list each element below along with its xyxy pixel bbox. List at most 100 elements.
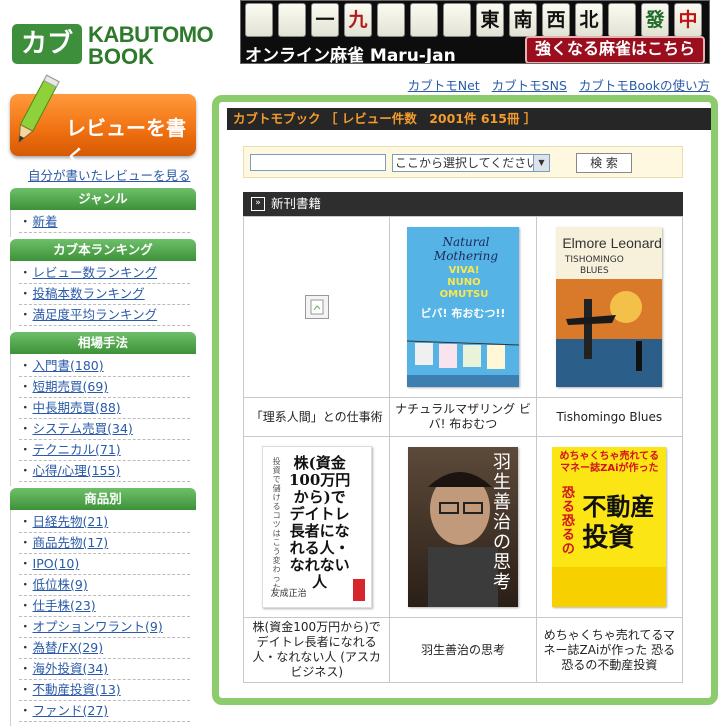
sidebar-item-link[interactable]: ファンド(27) — [33, 703, 109, 718]
sidebar-item[interactable]: ・不動産投資(13) — [19, 680, 190, 701]
bullet-icon: ・ — [19, 556, 32, 571]
book-cover-cell[interactable]: Natural Mothering VIVA! NUNO OMUTSU ビバ! … — [389, 216, 537, 398]
site-logo[interactable]: カブ KABUTOMO BOOK — [12, 18, 240, 70]
book-title-link[interactable]: 羽生善治の思考 — [389, 617, 537, 683]
sidebar-item[interactable]: ・入門書(180) — [19, 356, 190, 377]
sidebar-item[interactable]: ・IPO(10) — [19, 554, 190, 575]
sidebar-item-link[interactable]: 満足度平均ランキング — [33, 307, 158, 322]
cover-text: 友成正治 — [270, 589, 307, 599]
sidebar-item-link[interactable]: 仕手株(23) — [33, 598, 96, 613]
sidebar-item-link[interactable]: 入門書(180) — [33, 358, 104, 373]
new-books-grid: Natural Mothering VIVA! NUNO OMUTSU ビバ! … — [242, 216, 684, 683]
bullet-icon: ・ — [19, 358, 32, 373]
banner-cta[interactable]: 強くなる麻雀はこちら — [524, 36, 705, 63]
top-links: カブトモNet カブトモSNS カブトモBookの使い方 — [400, 75, 710, 94]
bullet-icon: ・ — [19, 703, 32, 718]
own-reviews-link[interactable]: 自分が書いたレビューを見る — [28, 165, 191, 184]
new-books-title: 新刊書籍 — [271, 196, 322, 211]
kabutomo-sns-link[interactable]: カブトモSNS — [492, 78, 567, 93]
mahjong-ad-banner[interactable]: 一九 東南西北 發中 オンライン麻雀 Maru-Jan 強くなる麻雀はこちら — [240, 0, 710, 64]
sidebar-item-link[interactable]: オプションワラント(9) — [33, 619, 163, 634]
book-title-link[interactable]: Tishomingo Blues — [535, 397, 684, 437]
bullet-icon: ・ — [19, 682, 32, 697]
laundry-illustration — [406, 340, 519, 387]
sidebar-item-link[interactable]: IPO(10) — [33, 556, 80, 571]
sidebar-item-link[interactable]: 日経先物(21) — [33, 514, 109, 529]
sidebar-item[interactable]: ・心得/心理(155) — [19, 461, 190, 482]
mahjong-tile: 中 — [674, 3, 702, 37]
sidebar-item[interactable]: ・投稿本数ランキング — [19, 284, 190, 305]
book-cover-cell[interactable]: 羽生善治の思考 — [389, 436, 537, 618]
book-title-link[interactable]: めちゃくちゃ売れてるマネー誌ZAiが作った 恐る恐るの不動産投資 — [535, 617, 684, 683]
sidebar-item-link[interactable]: 中長期売買(88) — [33, 400, 121, 415]
broken-image-icon[interactable] — [304, 295, 329, 319]
sidebar-item-link[interactable]: 新着 — [33, 214, 58, 229]
sidebar-item[interactable]: ・為替/FX(29) — [19, 638, 190, 659]
sidebar-section-title: カブ本ランキング — [10, 239, 196, 261]
sidebar-item-link[interactable]: 低位株(9) — [33, 577, 88, 592]
category-sidebar: ジャンル ・新着 カブ本ランキング ・レビュー数ランキング ・投稿本数ランキング ・満足度… — [10, 186, 196, 726]
search-input[interactable] — [250, 154, 386, 171]
book-cover-kabu-daytrade[interactable]: 投資で儲けるコツはこう変わった 株(資金100万円から)でデイトレ長者になれる人… — [261, 446, 372, 608]
sidebar-item[interactable]: ・短期売買(69) — [19, 377, 190, 398]
chevron-down-icon: ▼ — [533, 155, 549, 171]
bullet-icon: ・ — [19, 535, 32, 550]
sidebar-item[interactable]: ・仕手株(23) — [19, 596, 190, 617]
howto-link[interactable]: カブトモBookの使い方 — [579, 78, 710, 93]
book-cover-cell[interactable]: めちゃくちゃ売れてるマネー誌ZAiが作った 恐る恐るの 不動産 投資 — [535, 436, 684, 618]
mahjong-tile: 西 — [542, 3, 570, 37]
kabutomo-net-link[interactable]: カブトモNet — [408, 78, 480, 93]
sidebar-item-link[interactable]: 商品先物(17) — [33, 535, 109, 550]
book-title-link[interactable]: 株(資金100万円から)でデイトレ長者になれる人・なれない人 (アスカビジネス) — [242, 617, 391, 683]
sidebar-item-link[interactable]: 海外投資(34) — [33, 661, 109, 676]
book-title-link[interactable]: 「理系人間」との仕事術 — [242, 397, 391, 437]
mahjong-tile — [245, 3, 273, 37]
logo-kabu-mark: カブ — [12, 24, 82, 64]
sidebar-item-link[interactable]: レビュー数ランキング — [33, 265, 158, 280]
book-cover-tishomingo[interactable]: Elmore Leonard TISHOMINGO BLUES — [556, 227, 663, 387]
category-select[interactable]: ここから選択してください ▼ — [392, 154, 550, 172]
sidebar-item[interactable]: ・日経先物(21) — [19, 512, 190, 533]
bullet-icon: ・ — [19, 463, 32, 478]
double-arrow-icon: » — [251, 197, 265, 211]
sidebar-item[interactable]: ・ファンド(27) — [19, 701, 190, 722]
mahjong-tile: 南 — [509, 3, 537, 37]
sidebar-item-link[interactable]: 心得/心理(155) — [33, 463, 121, 478]
mahjong-tile — [443, 3, 471, 37]
publisher-mark — [352, 579, 365, 601]
sidebar-item-link[interactable]: 短期売買(69) — [33, 379, 109, 394]
book-cover-cell[interactable] — [242, 216, 391, 398]
search-button[interactable]: 検 索 — [576, 153, 632, 173]
sidebar-item-link[interactable]: テクニカル(71) — [33, 442, 121, 457]
sidebar-item-link[interactable]: 為替/FX(29) — [33, 640, 104, 655]
bullet-icon: ・ — [19, 577, 32, 592]
sidebar-item[interactable]: ・レビュー数ランキング — [19, 263, 190, 284]
book-cover-natural-mothering[interactable]: Natural Mothering VIVA! NUNO OMUTSU ビバ! … — [406, 227, 519, 387]
sidebar-item[interactable]: ・中長期売買(88) — [19, 398, 190, 419]
mahjong-tile — [410, 3, 438, 37]
book-cover-zai-fudosan[interactable]: めちゃくちゃ売れてるマネー誌ZAiが作った 恐る恐るの 不動産 投資 — [552, 447, 667, 607]
bullet-icon: ・ — [19, 619, 32, 634]
sidebar-item-link[interactable]: 不動産投資(13) — [33, 682, 121, 697]
search-bar: ここから選択してください ▼ 検 索 — [243, 146, 683, 178]
sidebar-item[interactable]: ・海外投資(34) — [19, 659, 190, 680]
sidebar-item[interactable]: ・低位株(9) — [19, 575, 190, 596]
book-title-link[interactable]: ナチュラルマザリング ビバ! 布おむつ — [389, 397, 537, 437]
sidebar-item[interactable]: ・商品先物(17) — [19, 533, 190, 554]
book-cover-cell[interactable]: 投資で儲けるコツはこう変わった 株(資金100万円から)でデイトレ長者になれる人… — [242, 436, 391, 618]
write-review-label: レビューを書く — [66, 116, 186, 169]
page-title: カブトモブック ［ レビュー件数 2001件 615冊 ］ — [227, 108, 711, 130]
sidebar-item-link[interactable]: 投稿本数ランキング — [33, 286, 145, 301]
sidebar-item[interactable]: ・システム売買(34) — [19, 419, 190, 440]
sidebar-item[interactable]: ・オプションワラント(9) — [19, 617, 190, 638]
mahjong-tile: 九 — [344, 3, 372, 37]
sidebar-item-link[interactable]: システム売買(34) — [33, 421, 133, 436]
sidebar-item[interactable]: ・テクニカル(71) — [19, 440, 190, 461]
bullet-icon: ・ — [19, 514, 32, 529]
mahjong-tile — [377, 3, 405, 37]
sidebar-item[interactable]: ・新着 — [19, 212, 190, 233]
book-cover-cell[interactable]: Elmore Leonard TISHOMINGO BLUES — [535, 216, 684, 398]
book-cover-habu[interactable]: 羽生善治の思考 — [407, 447, 518, 607]
bullet-icon: ・ — [19, 598, 32, 613]
sidebar-item[interactable]: ・満足度平均ランキング — [19, 305, 190, 326]
